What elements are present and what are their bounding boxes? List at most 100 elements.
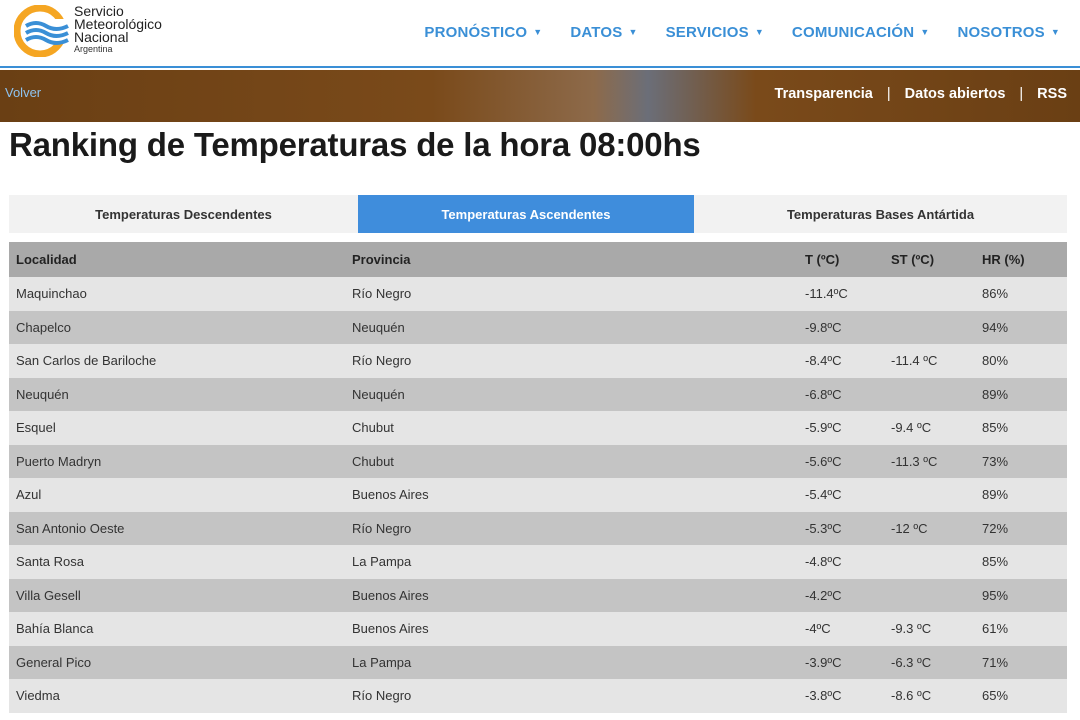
- table-row: Santa Rosa La Pampa -4.8ºC 85%: [9, 545, 1067, 579]
- cell-humedad: 89%: [982, 386, 1009, 402]
- cell-humedad: 80%: [982, 353, 1009, 369]
- nav-label: SERVICIOS: [665, 24, 749, 41]
- header-temperatura: T (ºC): [805, 252, 840, 267]
- cell-provincia: Río Negro: [352, 688, 412, 704]
- cell-provincia: Buenos Aires: [352, 487, 429, 503]
- cell-provincia: Buenos Aires: [352, 587, 429, 603]
- table-row: Azul Buenos Aires -5.4ºC 89%: [9, 478, 1067, 512]
- cell-sensacion-termica: -11.3 ºC: [891, 453, 938, 469]
- cell-temperatura: -3.9ºC: [805, 654, 842, 670]
- caret-down-icon: ▼: [628, 27, 638, 37]
- cell-provincia: La Pampa: [352, 554, 412, 570]
- cell-localidad: Neuquén: [16, 386, 69, 402]
- site-header: Servicio Meteorológico Nacional Argentin…: [0, 0, 1080, 68]
- logo-text: Servicio Meteorológico Nacional Argentin…: [74, 4, 162, 54]
- cell-humedad: 71%: [982, 654, 1009, 670]
- nav-label: DATOS: [570, 24, 623, 41]
- table-row: Neuquén Neuquén -6.8ºC 89%: [9, 377, 1067, 411]
- cell-localidad: San Carlos de Bariloche: [16, 353, 157, 369]
- cell-localidad: San Antonio Oeste: [16, 520, 125, 536]
- table-row: General Pico La Pampa -3.9ºC -6.3 ºC 71%: [9, 645, 1067, 679]
- back-link[interactable]: Volver: [5, 85, 41, 100]
- table-row: San Antonio Oeste Río Negro -5.3ºC -12 ºC 72…: [9, 511, 1067, 545]
- cell-sensacion-termica: -9.4 ºC: [891, 420, 932, 436]
- link-datos-abiertos[interactable]: Datos abiertos: [905, 86, 1006, 102]
- table-row: Villa Gesell Buenos Aires -4.2ºC 95%: [9, 578, 1067, 612]
- cell-provincia: Chubut: [352, 420, 394, 436]
- ranking-tabs: Temperaturas Descendentes Temperaturas A…: [9, 195, 1067, 233]
- table-row: Viedma Río Negro -3.8ºC -8.6 ºC 65%: [9, 679, 1067, 713]
- header-provincia: Provincia: [352, 252, 411, 267]
- cell-humedad: 95%: [982, 587, 1009, 603]
- link-transparencia[interactable]: Transparencia: [775, 86, 873, 102]
- header-humedad: HR (%): [982, 252, 1025, 267]
- cell-humedad: 65%: [982, 688, 1009, 704]
- cell-sensacion-termica: -11.4 ºC: [891, 353, 938, 369]
- caret-down-icon: ▼: [754, 27, 764, 37]
- cell-temperatura: -4.2ºC: [805, 587, 842, 603]
- separator: |: [886, 86, 891, 102]
- cell-humedad: 86%: [982, 286, 1009, 302]
- caret-down-icon: ▼: [533, 27, 543, 37]
- tab-bases-antartida[interactable]: Temperaturas Bases Antártida: [694, 195, 1067, 233]
- smn-logo-icon: [14, 5, 70, 57]
- cell-sensacion-termica: -6.3 ºC: [891, 654, 932, 670]
- nav-datos[interactable]: DATOS ▼: [570, 24, 637, 41]
- cell-humedad: 73%: [982, 453, 1009, 469]
- link-rss[interactable]: RSS: [1037, 86, 1067, 102]
- temperature-table: Localidad Provincia T (ºC) ST (ºC) HR (%…: [9, 242, 1067, 713]
- logo-line-3: Nacional: [74, 29, 129, 45]
- cell-provincia: Río Negro: [352, 353, 412, 369]
- tab-descendentes[interactable]: Temperaturas Descendentes: [9, 195, 358, 233]
- cell-temperatura: -4.8ºC: [805, 554, 842, 570]
- main-nav: PRONÓSTICO ▼ DATOS ▼ SERVICIOS ▼ COMUNICACI…: [424, 24, 1060, 41]
- header-localidad: Localidad: [16, 252, 77, 267]
- nav-comunicacion[interactable]: COMUNICACIÓN ▼: [792, 24, 930, 41]
- cell-temperatura: -5.4ºC: [805, 487, 842, 503]
- header-sensacion-termica: ST (ºC): [891, 252, 935, 267]
- cell-provincia: La Pampa: [352, 654, 412, 670]
- cell-provincia: Río Negro: [352, 286, 412, 302]
- nav-label: PRONÓSTICO: [424, 24, 528, 41]
- cell-localidad: Villa Gesell: [16, 587, 81, 603]
- cell-temperatura: -8.4ºC: [805, 353, 842, 369]
- nav-pronostico[interactable]: PRONÓSTICO ▼: [424, 24, 542, 41]
- cell-temperatura: -5.3ºC: [805, 520, 842, 536]
- cell-humedad: 85%: [982, 420, 1009, 436]
- cell-provincia: Neuquén: [352, 386, 405, 402]
- cell-temperatura: -4ºC: [805, 621, 831, 637]
- cell-localidad: Santa Rosa: [16, 554, 84, 570]
- cell-localidad: Maquinchao: [16, 286, 87, 302]
- smn-logo[interactable]: Servicio Meteorológico Nacional Argentin…: [12, 3, 202, 61]
- cell-provincia: Chubut: [352, 453, 394, 469]
- cell-temperatura: -9.8ºC: [805, 319, 842, 335]
- separator: |: [1019, 86, 1024, 102]
- cell-localidad: Esquel: [16, 420, 56, 436]
- table-row: San Carlos de Bariloche Río Negro -8.4ºC -1…: [9, 344, 1067, 378]
- table-row: Esquel Chubut -5.9ºC -9.4 ºC 85%: [9, 411, 1067, 445]
- table-row: Maquinchao Río Negro -11.4ºC 86%: [9, 277, 1067, 311]
- cell-temperatura: -11.4ºC: [805, 286, 848, 302]
- cell-humedad: 61%: [982, 621, 1009, 637]
- table-row: Bahía Blanca Buenos Aires -4ºC -9.3 ºC 61%: [9, 612, 1067, 646]
- cell-localidad: Azul: [16, 487, 42, 503]
- cell-provincia: Neuquén: [352, 319, 405, 335]
- cell-humedad: 72%: [982, 520, 1009, 536]
- caret-down-icon: ▼: [920, 27, 930, 37]
- cell-localidad: Puerto Madryn: [16, 453, 102, 469]
- caret-down-icon: ▼: [1050, 27, 1060, 37]
- cell-provincia: Río Negro: [352, 520, 412, 536]
- cell-provincia: Buenos Aires: [352, 621, 429, 637]
- table-row: Chapelco Neuquén -9.8ºC 94%: [9, 310, 1067, 344]
- nav-servicios[interactable]: SERVICIOS ▼: [666, 24, 764, 41]
- cell-localidad: General Pico: [16, 654, 92, 670]
- cell-sensacion-termica: -12 ºC: [891, 520, 928, 536]
- table-row: Puerto Madryn Chubut -5.6ºC -11.3 ºC 73%: [9, 444, 1067, 478]
- cell-temperatura: -5.9ºC: [805, 420, 842, 436]
- cell-temperatura: -3.8ºC: [805, 688, 842, 704]
- cell-temperatura: -5.6ºC: [805, 453, 842, 469]
- nav-nosotros[interactable]: NOSOTROS ▼: [957, 24, 1060, 41]
- sub-navigation-bar: Volver Transparencia | Datos abiertos | …: [0, 70, 1080, 122]
- tab-ascendentes[interactable]: Temperaturas Ascendentes: [358, 195, 694, 233]
- nav-label: NOSOTROS: [957, 24, 1045, 41]
